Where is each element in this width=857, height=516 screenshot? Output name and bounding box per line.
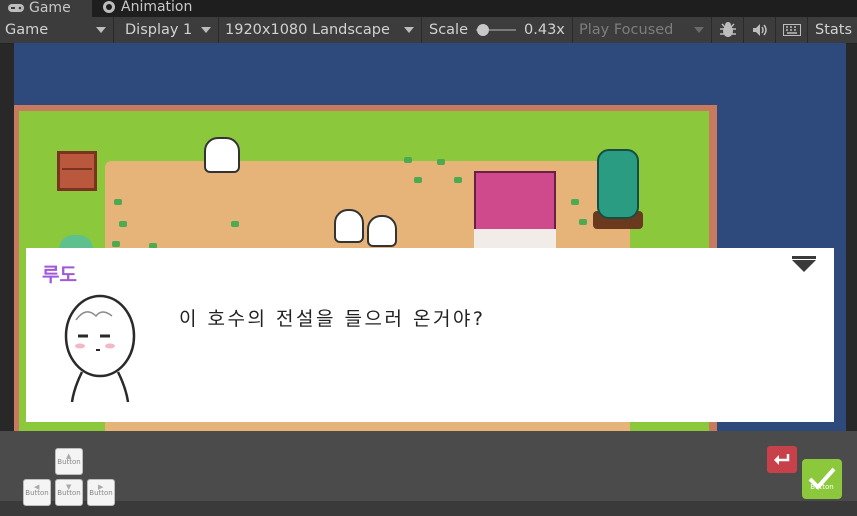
- dpad-down-button[interactable]: ▼ Button: [55, 479, 83, 506]
- tab-game[interactable]: Game: [0, 0, 92, 17]
- mute-audio-toggle[interactable]: [745, 17, 776, 43]
- animation-icon: [103, 0, 115, 13]
- grass-tuft: [119, 221, 127, 227]
- wooden-crate: [57, 151, 97, 191]
- speaker-portrait: [62, 292, 144, 404]
- touch-control-bar: [0, 431, 857, 516]
- grass-tuft: [454, 177, 462, 183]
- chevron-down-icon: [404, 27, 414, 33]
- display-dropdown[interactable]: Display 1: [115, 17, 219, 43]
- tree-top: [597, 149, 639, 219]
- dialog-text: 이 호수의 전설을 들으러 온거야?: [179, 308, 486, 330]
- grass-tuft: [579, 219, 587, 225]
- tab-animation-label: Animation: [121, 0, 193, 15]
- scale-slider-handle[interactable]: [477, 24, 490, 36]
- grass-tuft: [112, 241, 120, 247]
- stats-label: Stats: [815, 22, 853, 38]
- tab-animation[interactable]: Animation: [94, 0, 209, 17]
- grass-tuft: [404, 157, 412, 163]
- confirm-button-label: Button: [810, 483, 834, 491]
- scale-label: Scale: [429, 22, 469, 38]
- dpad-right-button[interactable]: ▶ Button: [87, 479, 115, 506]
- chevron-down-icon: [201, 27, 211, 33]
- gizmo-toggle[interactable]: [713, 17, 744, 43]
- play-mode-label: Play Focused: [579, 22, 674, 38]
- arrow-right-icon: ▶: [98, 483, 104, 491]
- arrow-down-icon: ▼: [66, 483, 72, 491]
- resolution-dropdown[interactable]: 1920x1080 Landscape: [220, 17, 422, 43]
- view-mode-label: Game: [5, 22, 49, 38]
- grass-tuft: [571, 199, 579, 205]
- editor-tab-bar: Game Animation: [0, 0, 857, 17]
- tree: [593, 149, 643, 231]
- display-label: Display 1: [125, 22, 193, 38]
- npc-ghost: [334, 209, 364, 243]
- grid-icon: [783, 24, 801, 36]
- play-mode-dropdown[interactable]: Play Focused: [574, 17, 712, 43]
- scale-value: 0.43x: [524, 22, 565, 38]
- grass-tuft: [114, 199, 122, 205]
- bug-icon: [720, 22, 736, 37]
- house-roof: [474, 171, 556, 231]
- arrow-left-icon: ◀: [34, 483, 40, 491]
- scale-control: Scale 0.43x: [423, 17, 573, 43]
- tab-game-label: Game: [29, 0, 71, 16]
- npc-ghost: [367, 215, 397, 247]
- gamepad-icon: [8, 3, 24, 12]
- chevron-down-icon: [96, 27, 106, 33]
- dpad-up-button[interactable]: ▲ Button: [55, 448, 83, 475]
- game-view-toolbar: Game Display 1 1920x1080 Landscape Scale…: [0, 17, 857, 44]
- dialog-box[interactable]: 루도 이 호수의 전설을 들으러 온거야?: [26, 248, 834, 422]
- dpad-left-button[interactable]: ◀ Button: [23, 479, 51, 506]
- npc-ghost: [204, 137, 240, 173]
- shortcuts-toggle[interactable]: [777, 17, 808, 43]
- grass-tuft: [231, 221, 239, 227]
- dialog-speaker-name: 루도: [42, 264, 77, 286]
- arrow-up-icon: ▲: [66, 452, 72, 460]
- confirm-button[interactable]: Button: [802, 459, 842, 499]
- resolution-label: 1920x1080 Landscape: [225, 22, 390, 38]
- chevron-down-icon: [694, 27, 704, 33]
- audio-icon: [753, 24, 767, 36]
- back-button[interactable]: [767, 446, 797, 473]
- grass-tuft: [437, 159, 445, 165]
- next-triangle-icon[interactable]: [792, 256, 816, 272]
- grass-tuft: [414, 177, 422, 183]
- return-arrow-icon: [774, 453, 790, 465]
- view-mode-dropdown[interactable]: Game: [0, 17, 114, 43]
- bottom-strip: [0, 501, 857, 516]
- scale-slider[interactable]: [476, 24, 517, 36]
- stats-button[interactable]: Stats: [809, 17, 857, 43]
